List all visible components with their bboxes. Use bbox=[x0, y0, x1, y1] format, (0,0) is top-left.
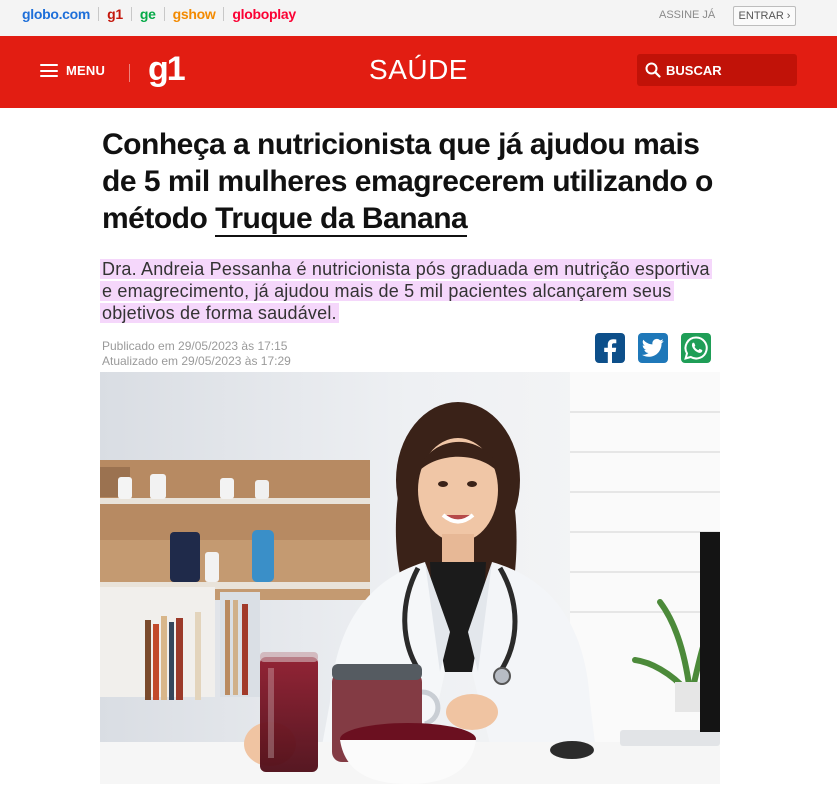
whatsapp-icon bbox=[684, 336, 708, 360]
share-facebook-button[interactable] bbox=[595, 333, 625, 363]
search-icon bbox=[645, 62, 661, 78]
brand-separator bbox=[163, 7, 165, 21]
brand-globo-com[interactable]: globo.com bbox=[22, 6, 90, 22]
published-date: Publicado em 29/05/2023 às 17:15 bbox=[102, 339, 288, 353]
nutritionist-photo bbox=[100, 372, 720, 784]
search-label: BUSCAR bbox=[666, 62, 722, 78]
updated-date: Atualizado em 29/05/2023 às 17:29 bbox=[102, 354, 291, 368]
login-button[interactable]: ENTRAR › bbox=[733, 6, 796, 26]
subscribe-link[interactable]: ASSINE JÁ bbox=[659, 9, 715, 21]
brand-ge[interactable]: ge bbox=[140, 6, 156, 22]
site-header: MENU g1 SAÚDE BUSCAR bbox=[0, 36, 837, 108]
article-subtitle-text: Dra. Andreia Pessanha é nutricionista pó… bbox=[100, 259, 712, 323]
article-meta: Publicado em 29/05/2023 às 17:15 Atualiz… bbox=[102, 339, 291, 369]
search-button[interactable]: BUSCAR bbox=[637, 54, 797, 86]
share-twitter-button[interactable] bbox=[638, 333, 668, 363]
brand-separator bbox=[130, 7, 132, 21]
article-photo bbox=[100, 372, 720, 784]
article-title-link[interactable]: Truque da Banana bbox=[215, 202, 468, 237]
login-label: ENTRAR bbox=[738, 10, 784, 22]
twitter-icon bbox=[642, 338, 664, 357]
brand-g1[interactable]: g1 bbox=[107, 6, 123, 22]
chevron-right-icon: › bbox=[786, 10, 791, 22]
brand-separator bbox=[223, 7, 225, 21]
article-title: Conheça a nutricionista que já ajudou ma… bbox=[102, 126, 732, 237]
article-subtitle: Dra. Andreia Pessanha é nutricionista pó… bbox=[100, 258, 725, 324]
brand-separator bbox=[98, 7, 100, 21]
brand-globoplay[interactable]: globoplay bbox=[232, 6, 296, 22]
network-brands: globo.com g1 ge gshow globoplay bbox=[22, 6, 296, 22]
share-bar bbox=[595, 333, 711, 363]
brand-gshow[interactable]: gshow bbox=[173, 6, 216, 22]
share-whatsapp-button[interactable] bbox=[681, 333, 711, 363]
facebook-icon bbox=[604, 339, 617, 363]
network-bar: globo.com g1 ge gshow globoplay ASSINE J… bbox=[0, 0, 837, 37]
